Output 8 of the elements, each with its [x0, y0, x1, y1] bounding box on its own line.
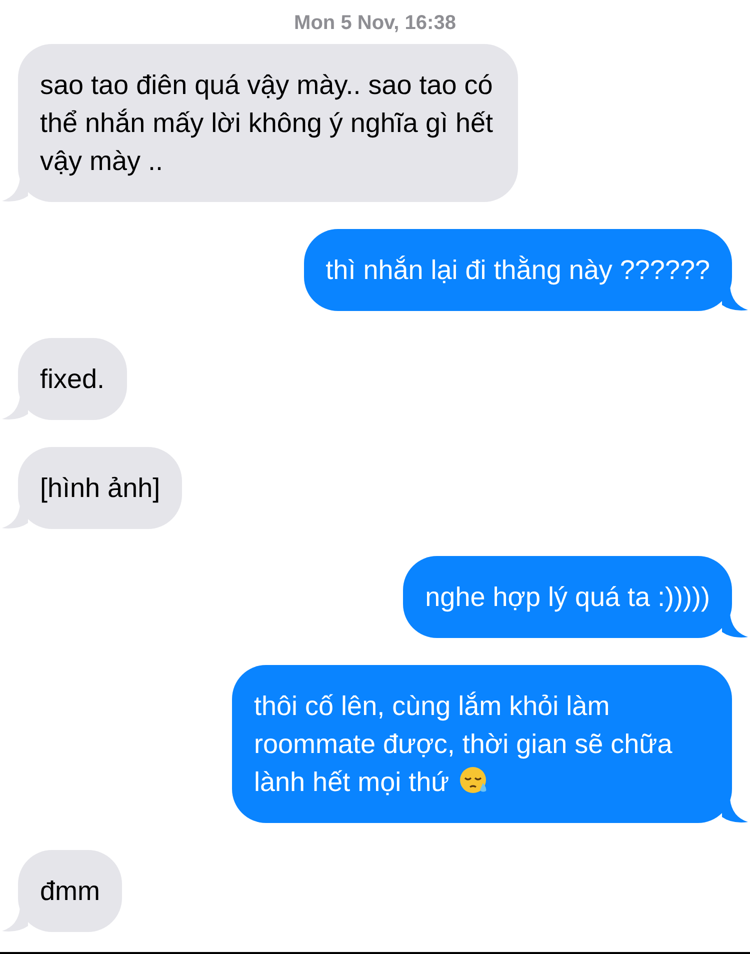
bubble-tail: [2, 505, 28, 529]
timestamp: Mon 5 Nov, 16:38: [294, 11, 456, 36]
bubble-tail: [722, 287, 748, 311]
bubble-tail: [2, 908, 28, 932]
bubble-tail: [2, 178, 28, 202]
bubble-tail: [722, 799, 748, 823]
bubble-tail: [2, 396, 28, 420]
bubble-tail: [722, 614, 748, 638]
